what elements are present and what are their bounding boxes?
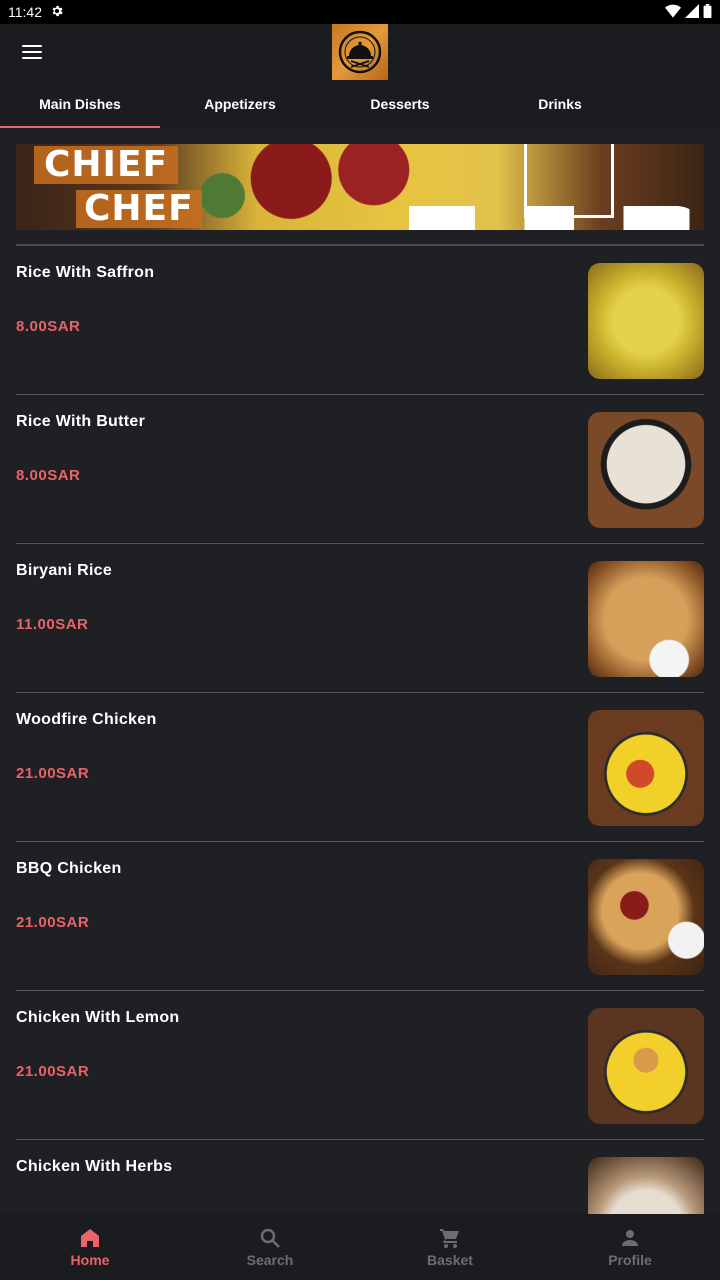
- menu-item-price: 21.00SAR: [16, 765, 90, 782]
- menu-list: Rice With Saffron 8.00SAR Rice With Butt…: [0, 246, 720, 1280]
- menu-icon-line: [22, 45, 42, 47]
- lemon-chicken-photo: [588, 1008, 704, 1124]
- menu-item-name: Chicken With Herbs: [16, 1158, 173, 1175]
- menu-item-name: Biryani Rice: [16, 562, 113, 579]
- nav-profile[interactable]: Profile: [540, 1214, 720, 1280]
- menu-item-rice-with-butter[interactable]: Rice With Butter 8.00SAR: [16, 395, 704, 544]
- nav-label: Profile: [608, 1252, 652, 1268]
- status-time: 11:42: [8, 4, 42, 20]
- category-tabs: Main Dishes Appetizers Desserts Drinks: [0, 80, 720, 128]
- saffron-rice-photo: [588, 263, 704, 379]
- battery-icon: [703, 3, 712, 21]
- menu-item-name: BBQ Chicken: [16, 860, 122, 877]
- settings-icon: [50, 4, 64, 21]
- menu-item-name: Rice With Saffron: [16, 264, 155, 281]
- search-icon: [260, 1228, 280, 1248]
- nav-search[interactable]: Search: [180, 1214, 360, 1280]
- nav-label: Home: [70, 1252, 110, 1268]
- cart-icon: [440, 1229, 459, 1248]
- tab-desserts[interactable]: Desserts: [320, 80, 480, 128]
- person-icon: [622, 1230, 638, 1246]
- nav-home[interactable]: Home: [0, 1214, 180, 1280]
- app-bar: [0, 24, 720, 80]
- biryani-rice-photo: [588, 561, 704, 677]
- cloche-logo-icon: [338, 30, 382, 74]
- menu-item-woodfire-chicken[interactable]: Woodfire Chicken 21.00SAR: [16, 693, 704, 842]
- menu-item-price: 21.00SAR: [16, 914, 90, 931]
- tab-appetizers[interactable]: Appetizers: [160, 80, 320, 128]
- menu-item-price: 8.00SAR: [16, 318, 81, 335]
- tab-drinks[interactable]: Drinks: [480, 80, 640, 128]
- bbq-chicken-photo: [588, 859, 704, 975]
- butter-rice-photo: [588, 412, 704, 528]
- wifi-icon: [665, 4, 681, 21]
- banner-text-line1: CHIEF: [34, 146, 179, 184]
- home-icon: [81, 1229, 99, 1247]
- nav-label: Search: [246, 1252, 294, 1268]
- menu-item-price: 8.00SAR: [16, 467, 81, 484]
- menu-item-bbq-chicken[interactable]: BBQ Chicken 21.00SAR: [16, 842, 704, 991]
- menu-item-price: 11.00SAR: [16, 616, 89, 633]
- menu-button[interactable]: [16, 38, 48, 66]
- menu-item-name: Chicken With Lemon: [16, 1009, 180, 1026]
- menu-item-chicken-with-lemon[interactable]: Chicken With Lemon 21.00SAR: [16, 991, 704, 1140]
- woodfire-chicken-photo: [588, 710, 704, 826]
- status-bar: 11:42: [0, 0, 720, 24]
- signal-icon: [685, 3, 699, 21]
- restaurant-logo: [332, 24, 388, 80]
- banner-large-lettering: [376, 206, 704, 230]
- menu-item-rice-with-saffron[interactable]: Rice With Saffron 8.00SAR: [16, 246, 704, 395]
- menu-icon-line: [22, 51, 42, 53]
- menu-item-biryani-rice[interactable]: Biryani Rice 11.00SAR: [16, 544, 704, 693]
- menu-item-name: Woodfire Chicken: [16, 711, 157, 728]
- bottom-navigation: Home Search Basket Profile: [0, 1214, 720, 1280]
- menu-item-name: Rice With Butter: [16, 413, 146, 430]
- nav-label: Basket: [427, 1252, 473, 1268]
- banner-text-line2: CHEF: [76, 190, 202, 228]
- nav-basket[interactable]: Basket: [360, 1214, 540, 1280]
- promo-banner[interactable]: CHIEF CHEF: [16, 144, 704, 230]
- menu-item-price: 21.00SAR: [16, 1063, 90, 1080]
- menu-icon-line: [22, 57, 42, 59]
- tab-main-dishes[interactable]: Main Dishes: [0, 80, 160, 128]
